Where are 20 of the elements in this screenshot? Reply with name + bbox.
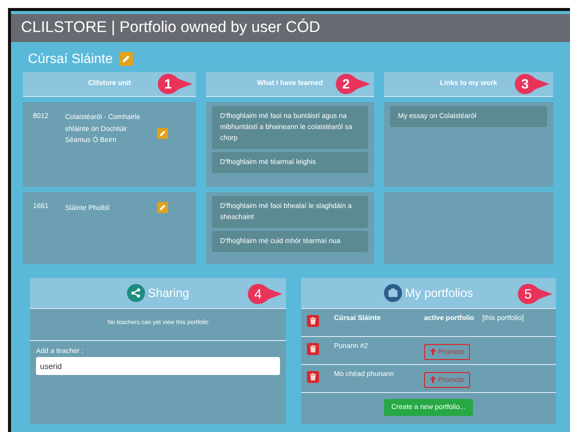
trash-icon[interactable] xyxy=(307,315,319,327)
panel-title: My portfolios xyxy=(404,286,474,300)
callout-marker: 5 xyxy=(517,283,554,305)
up-arrow-icon xyxy=(430,348,436,355)
portfolio-icon xyxy=(384,284,402,302)
trash-icon[interactable] xyxy=(307,371,319,383)
panel-title: Sharing xyxy=(148,286,190,300)
portfolio-title: Cúrsaí Sláinte xyxy=(28,51,113,66)
pencil-icon[interactable] xyxy=(157,128,168,139)
callout-marker: 2 xyxy=(335,73,372,95)
up-arrow-icon xyxy=(430,376,436,383)
callout-marker: 1 xyxy=(157,73,194,95)
callout-marker: 4 xyxy=(247,283,284,305)
window-title: CLILSTORE | Portfolio owned by user CÓD xyxy=(11,14,570,42)
pencil-icon[interactable] xyxy=(118,52,133,66)
pencil-icon[interactable] xyxy=(157,202,168,213)
teacher-input-field[interactable]: userid xyxy=(36,357,280,375)
callout-marker: 3 xyxy=(514,73,551,95)
trash-icon[interactable] xyxy=(307,343,319,355)
share-icon xyxy=(126,284,145,302)
